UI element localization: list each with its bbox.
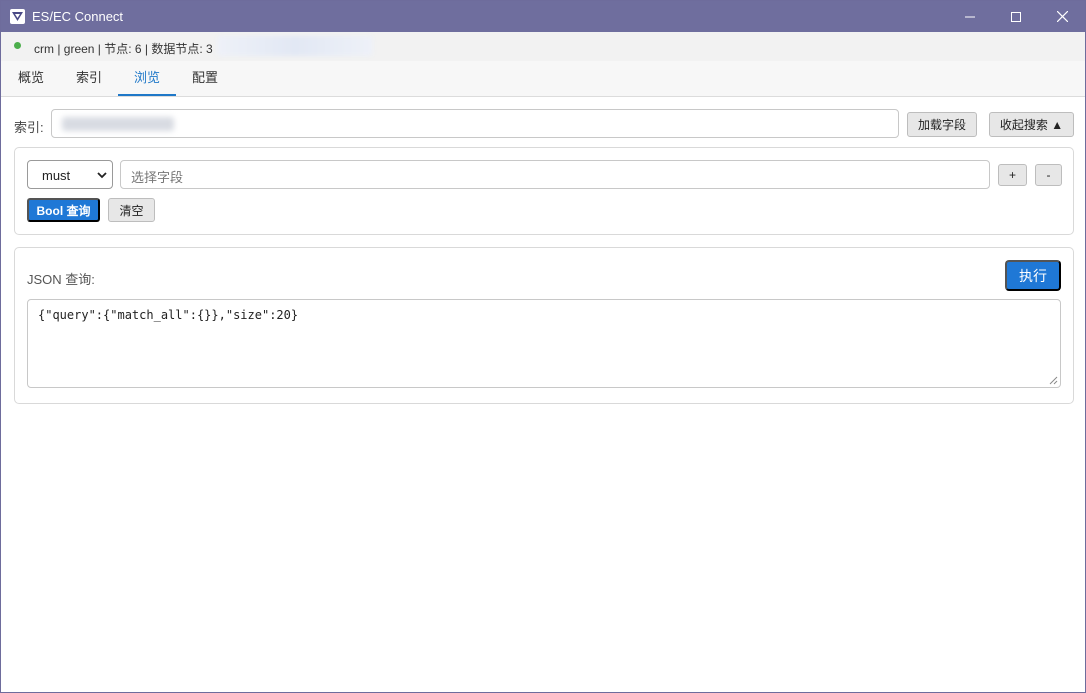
window-title: ES/EC Connect: [32, 9, 124, 24]
field-input-placeholder: 选择字段: [131, 170, 184, 185]
app-window: ES/EC Connect crm | green | 节点: 6 | 数据节点…: [0, 0, 1086, 693]
json-query-panel: JSON 查询: 执行 {"query":{"match_all":{}},"s…: [14, 247, 1074, 404]
redacted-host-info: [217, 36, 373, 56]
redacted-index-name: [62, 117, 174, 131]
close-button[interactable]: [1039, 1, 1085, 32]
title-bar[interactable]: ES/EC Connect: [1, 1, 1085, 32]
app-logo-icon: [10, 9, 25, 24]
maximize-button[interactable]: [993, 1, 1039, 32]
chevron-down-icon: [97, 172, 107, 179]
json-query-text: {"query":{"match_all":{}},"size":20}: [38, 308, 299, 322]
occur-select-value: must: [42, 168, 71, 183]
cluster-status-text: crm | green | 节点: 6 | 数据节点: 3: [34, 42, 213, 56]
clear-button[interactable]: 清空: [108, 198, 155, 222]
field-select-input[interactable]: 选择字段: [120, 160, 990, 189]
index-input[interactable]: [51, 109, 899, 138]
remove-clause-button[interactable]: -: [1035, 164, 1062, 186]
bool-query-panel: must 选择字段 + - Bool 查询 清空: [14, 147, 1074, 235]
close-icon: [1056, 11, 1068, 22]
cluster-health-indicator: [14, 42, 21, 49]
index-label: 索引:: [14, 120, 44, 135]
minimize-icon: [965, 16, 975, 17]
json-query-label: JSON 查询:: [27, 272, 95, 287]
occur-select[interactable]: must: [27, 160, 113, 189]
maximize-icon: [1011, 11, 1021, 22]
collapse-search-button[interactable]: 收起搜索 ▲: [989, 112, 1074, 137]
resize-grip-icon[interactable]: [1049, 376, 1058, 385]
bool-query-button[interactable]: Bool 查询: [27, 198, 100, 222]
execute-button[interactable]: 执行: [1005, 260, 1061, 291]
tab-overview[interactable]: 概览: [9, 61, 53, 96]
tab-indices[interactable]: 索引: [67, 61, 111, 96]
add-clause-button[interactable]: +: [998, 164, 1027, 186]
minimize-button[interactable]: [947, 1, 993, 32]
tab-settings[interactable]: 配置: [183, 61, 227, 96]
tab-browse[interactable]: 浏览: [118, 61, 176, 96]
tab-bar: 概览 索引 浏览 配置: [1, 61, 1085, 97]
cluster-status-bar: crm | green | 节点: 6 | 数据节点: 3: [1, 32, 1085, 61]
json-query-textarea[interactable]: {"query":{"match_all":{}},"size":20}: [27, 299, 1061, 388]
load-fields-button[interactable]: 加载字段: [907, 112, 977, 137]
